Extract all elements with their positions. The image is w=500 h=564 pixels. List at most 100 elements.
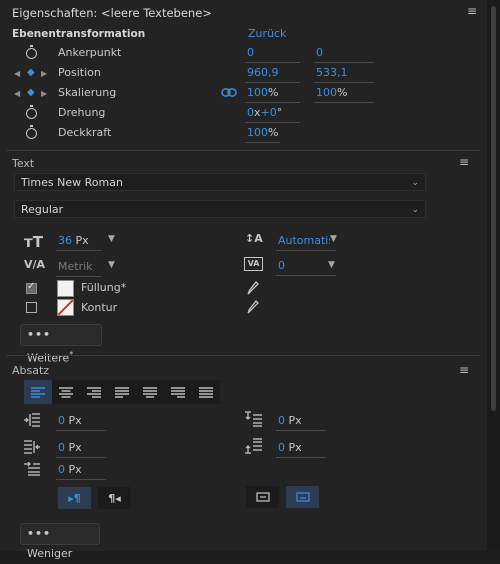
underline	[56, 457, 106, 458]
underline	[276, 250, 336, 251]
text-box-icon	[255, 492, 270, 502]
justify-right-button[interactable]	[164, 380, 192, 404]
justify-all-button[interactable]	[192, 380, 220, 404]
paragraph-section-menu-icon[interactable]: ≡	[459, 363, 469, 377]
font-style-select[interactable]: Regular ⌄	[14, 200, 426, 218]
underline	[276, 430, 326, 431]
stopwatch-icon[interactable]	[26, 125, 37, 139]
left-to-right-button[interactable]: ▸¶	[58, 487, 91, 509]
position-y-value[interactable]: 533,1	[316, 66, 348, 79]
stopwatch-icon[interactable]	[26, 45, 37, 59]
align-right-icon	[87, 386, 101, 398]
space-before-icon	[245, 411, 262, 427]
less-dots-icon: •••	[27, 527, 52, 540]
first-line-indent-icon	[24, 462, 40, 476]
alignment-group	[24, 380, 220, 404]
text-section-header: Text	[12, 157, 35, 170]
checkmark-icon: ✓	[27, 281, 36, 292]
link-icon[interactable]	[221, 87, 237, 98]
section-divider	[6, 150, 480, 151]
font-family-select[interactable]: Times New Roman ⌄	[14, 173, 426, 191]
leading-icon: ↕A	[245, 232, 263, 245]
text-box-first-button[interactable]	[246, 486, 279, 508]
rtl-paragraph-icon: ¶◂	[108, 491, 121, 505]
more-button[interactable]: ••• Weitere*	[20, 324, 102, 365]
align-center-button[interactable]	[52, 380, 80, 404]
justify-center-button[interactable]	[136, 380, 164, 404]
scale-y-value[interactable]: 100%	[316, 86, 347, 99]
kerning-icon: V/A	[24, 258, 46, 271]
anchor-x-value[interactable]: 0	[247, 46, 254, 59]
anchor-y-value[interactable]: 0	[316, 46, 323, 59]
justify-left-button[interactable]	[108, 380, 136, 404]
position-x-value[interactable]: 960,9	[247, 66, 279, 79]
underline	[245, 82, 300, 83]
prev-keyframe-icon[interactable]: ◀	[14, 69, 20, 78]
rotation-value[interactable]: 0x+0°	[247, 106, 282, 119]
space-after-icon	[245, 438, 262, 454]
align-center-icon	[59, 386, 73, 398]
scrollbar-thumb[interactable]	[491, 6, 496, 411]
transform-header: Ebenentransformation	[12, 28, 146, 40]
stopwatch-icon[interactable]	[26, 105, 37, 119]
keyframe-diamond-icon[interactable]: ◆	[27, 67, 35, 78]
indent-left-value[interactable]: 0 Px	[58, 414, 82, 427]
justify-right-icon	[171, 386, 185, 398]
right-to-left-button[interactable]: ¶◂	[98, 487, 131, 509]
underline	[245, 122, 300, 123]
fill-color-swatch[interactable]	[57, 280, 74, 297]
text-box-active-icon	[295, 492, 310, 502]
kerning-dropdown-icon[interactable]: ▼	[108, 260, 115, 270]
tracking-dropdown-icon[interactable]: ▼	[328, 260, 335, 270]
underline	[314, 62, 374, 63]
font-size-dropdown-icon[interactable]: ▼	[108, 234, 115, 244]
opacity-value[interactable]: 100%	[247, 126, 278, 139]
leading-value[interactable]: Automatisch	[278, 234, 330, 247]
more-dots-icon: •••	[27, 328, 52, 341]
justify-all-icon	[199, 386, 213, 398]
indent-right-value[interactable]: 0 Px	[58, 441, 82, 454]
underline	[314, 82, 374, 83]
opacity-label: Deckkraft	[58, 126, 112, 139]
next-keyframe-icon[interactable]: ▶	[41, 69, 47, 78]
prev-keyframe-icon[interactable]: ◀	[14, 89, 20, 98]
font-size-icon: тT	[24, 233, 43, 251]
font-size-value[interactable]: 36 Px	[58, 234, 89, 247]
justify-left-icon	[115, 386, 129, 398]
scale-x-value[interactable]: 100%	[247, 86, 278, 99]
less-button[interactable]: ••• Weniger	[20, 523, 100, 560]
underline	[56, 479, 106, 480]
underline	[245, 142, 280, 143]
scale-label: Skalierung	[58, 86, 117, 99]
eyedropper-icon[interactable]	[247, 281, 259, 295]
rotation-label: Drehung	[58, 106, 106, 119]
align-left-icon	[31, 386, 45, 398]
reset-link[interactable]: Zurück	[248, 27, 286, 40]
indent-left-icon	[24, 413, 40, 427]
first-line-indent-value[interactable]: 0 Px	[58, 463, 82, 476]
underline	[245, 62, 300, 63]
align-left-button[interactable]	[24, 380, 52, 404]
justify-center-icon	[143, 386, 157, 398]
tracking-value[interactable]: 0	[278, 259, 285, 272]
underline	[314, 102, 374, 103]
stroke-checkbox[interactable]	[26, 302, 37, 313]
anchor-label: Ankerpunkt	[58, 46, 122, 59]
section-divider	[6, 355, 480, 356]
underline	[276, 457, 326, 458]
text-section-menu-icon[interactable]: ≡	[459, 155, 469, 169]
align-right-button[interactable]	[80, 380, 108, 404]
eyedropper-icon[interactable]	[247, 300, 259, 314]
stroke-label: Kontur	[81, 301, 118, 314]
leading-dropdown-icon[interactable]: ▼	[330, 234, 337, 244]
space-before-value[interactable]: 0 Px	[278, 414, 302, 427]
next-keyframe-icon[interactable]: ▶	[41, 89, 47, 98]
text-box-second-button[interactable]	[286, 486, 319, 508]
panel-menu-icon[interactable]: ≡	[467, 4, 477, 18]
keyframe-diamond-icon[interactable]: ◆	[27, 87, 35, 98]
ltr-paragraph-icon: ▸¶	[68, 491, 81, 505]
underline	[56, 250, 101, 251]
kerning-value[interactable]: Metrik	[58, 260, 93, 273]
stroke-color-swatch[interactable]	[57, 299, 74, 316]
space-after-value[interactable]: 0 Px	[278, 441, 302, 454]
